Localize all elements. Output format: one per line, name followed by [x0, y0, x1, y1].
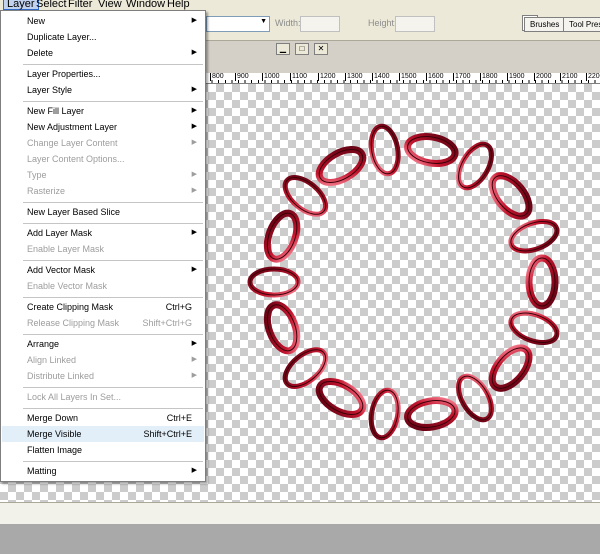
- ruler-label: 2000: [534, 73, 552, 81]
- chain-link: [263, 301, 301, 355]
- menu-item-flatten-image[interactable]: Flatten Image: [2, 442, 204, 458]
- submenu-arrow-icon: ▶: [191, 356, 197, 363]
- menu-item-enable-layer-mask: Enable Layer Mask: [27, 244, 105, 254]
- menu-separator: [23, 461, 203, 462]
- ruler-label: 800: [210, 73, 224, 81]
- menu-item-layer-style[interactable]: Layer Style ▶: [2, 82, 204, 98]
- menu-separator: [23, 223, 203, 224]
- menu-item-add-vector-mask[interactable]: Add Vector Mask ▶: [2, 262, 204, 278]
- menu-item-arrange[interactable]: Arrange ▶: [2, 336, 204, 352]
- menu-item-new-adjustment-layer[interactable]: New Adjustment Layer ▶: [2, 119, 204, 135]
- menu-window[interactable]: Window: [123, 0, 168, 10]
- menu-item-matting[interactable]: Matting ▶: [2, 463, 204, 479]
- menu-item-create-clipping-mask[interactable]: Create Clipping Mask Ctrl+G: [2, 299, 204, 315]
- menu-separator: [23, 408, 203, 409]
- menu-separator: [23, 260, 203, 261]
- ruler-label: 2100: [560, 73, 578, 81]
- menu-separator: [23, 387, 203, 388]
- height-input[interactable]: [395, 16, 435, 32]
- menu-separator: [23, 101, 203, 102]
- menu-view[interactable]: View: [95, 0, 125, 10]
- menu-item-duplicate-layer[interactable]: Duplicate Layer...: [2, 29, 204, 45]
- brushes-tab[interactable]: Brushes: [524, 17, 566, 32]
- width-label: Width:: [275, 18, 301, 28]
- submenu-arrow-icon: ▶: [191, 467, 197, 474]
- menu-item-new-layer-based-slice[interactable]: New Layer Based Slice: [2, 204, 204, 220]
- menu-item-new-fill-layer[interactable]: New Fill Layer ▶: [2, 103, 204, 119]
- ruler-label: 1800: [480, 73, 498, 81]
- height-label: Height:: [368, 18, 397, 28]
- horizontal-scrollbar[interactable]: [0, 502, 600, 525]
- ruler-label: 1000: [262, 73, 280, 81]
- chain-link: [508, 218, 560, 254]
- chain-link: [488, 172, 533, 220]
- submenu-arrow-icon: ▶: [191, 49, 197, 56]
- submenu-arrow-icon: ▶: [191, 372, 197, 379]
- style-select[interactable]: ▼: [206, 16, 270, 32]
- submenu-arrow-icon: ▶: [191, 229, 197, 236]
- close-icon[interactable]: ✕: [314, 43, 328, 55]
- menu-item-delete[interactable]: Delete ▶: [2, 45, 204, 61]
- submenu-arrow-icon: ▶: [191, 187, 197, 194]
- menu-item-enable-vector-mask: Enable Vector Mask: [27, 281, 108, 291]
- layer-menu-dropdown: New ▶ Duplicate Layer... Delete ▶ Layer Pr…: [0, 10, 206, 482]
- submenu-arrow-icon: ▶: [191, 139, 197, 146]
- menu-item-lock-all-layers: Lock All Layers In Set...: [27, 392, 122, 402]
- menu-item-distribute-linked: Distribute Linked ▶: [2, 368, 204, 384]
- ruler-label: 1100: [290, 73, 308, 81]
- ruler-label: 1900: [507, 73, 525, 81]
- menu-item-change-layer-content: Change Layer Content ▶: [2, 135, 204, 151]
- chain-link: [488, 344, 533, 392]
- width-input[interactable]: [300, 16, 340, 32]
- menu-item-add-layer-mask[interactable]: Add Layer Mask ▶: [2, 225, 204, 241]
- ruler-label: 900: [235, 73, 249, 81]
- submenu-arrow-icon: ▶: [191, 107, 197, 114]
- status-bar: [0, 524, 600, 554]
- minimize-icon[interactable]: ▁: [276, 43, 290, 55]
- ruler-label: 1200: [318, 73, 336, 81]
- menu-separator: [23, 64, 203, 65]
- menu-help[interactable]: Help: [164, 0, 193, 10]
- submenu-arrow-icon: ▶: [191, 123, 197, 130]
- chain-link-outline: [528, 257, 556, 307]
- submenu-arrow-icon: ▶: [191, 340, 197, 347]
- submenu-arrow-icon: ▶: [191, 266, 197, 273]
- submenu-arrow-icon: ▶: [191, 17, 197, 24]
- menu-item-merge-visible[interactable]: Merge Visible Shift+Ctrl+E: [2, 426, 204, 442]
- ruler-label: 1600: [426, 73, 444, 81]
- menu-separator: [23, 202, 203, 203]
- menu-item-align-linked: Align Linked ▶: [2, 352, 204, 368]
- menu-item-merge-down[interactable]: Merge Down Ctrl+E: [2, 410, 204, 426]
- menu-item-layer-content-options: Layer Content Options...: [27, 154, 125, 164]
- horizontal-ruler: 800 900 1000 1100 1200 1300 1400 1500 16…: [205, 73, 600, 84]
- menu-separator: [23, 297, 203, 298]
- menu-item-rasterize: Rasterize ▶: [2, 183, 204, 199]
- chain-link: [368, 123, 401, 177]
- chain-link: [263, 209, 301, 263]
- submenu-arrow-icon: ▶: [191, 86, 197, 93]
- chain-link-outline: [249, 268, 299, 296]
- maximize-icon[interactable]: □: [295, 43, 309, 55]
- menu-separator: [23, 334, 203, 335]
- menu-filter[interactable]: Filter: [65, 0, 95, 10]
- submenu-arrow-icon: ▶: [191, 171, 197, 178]
- ruler-label: 1700: [453, 73, 471, 81]
- ruler-label: 2200: [586, 73, 600, 81]
- chain-link: [508, 310, 560, 346]
- ruler-label: 1500: [399, 73, 417, 81]
- menu-item-new[interactable]: New ▶: [2, 13, 204, 29]
- tool-presets-tab[interactable]: Tool Pres: [563, 17, 600, 32]
- chain-link: [404, 397, 459, 431]
- dropdown-caret-icon: ▼: [260, 18, 267, 25]
- menu-item-release-clipping-mask: Release Clipping Mask Shift+Ctrl+G: [27, 318, 192, 328]
- menu-item-layer-properties[interactable]: Layer Properties...: [2, 66, 204, 82]
- menu-item-type: Type ▶: [2, 167, 204, 183]
- chain-link: [404, 133, 459, 167]
- menu-bar: Layer Select Filter View Window Help: [0, 0, 600, 10]
- ruler-label: 1300: [345, 73, 363, 81]
- ruler-label: 1400: [372, 73, 390, 81]
- chain-link: [368, 387, 401, 441]
